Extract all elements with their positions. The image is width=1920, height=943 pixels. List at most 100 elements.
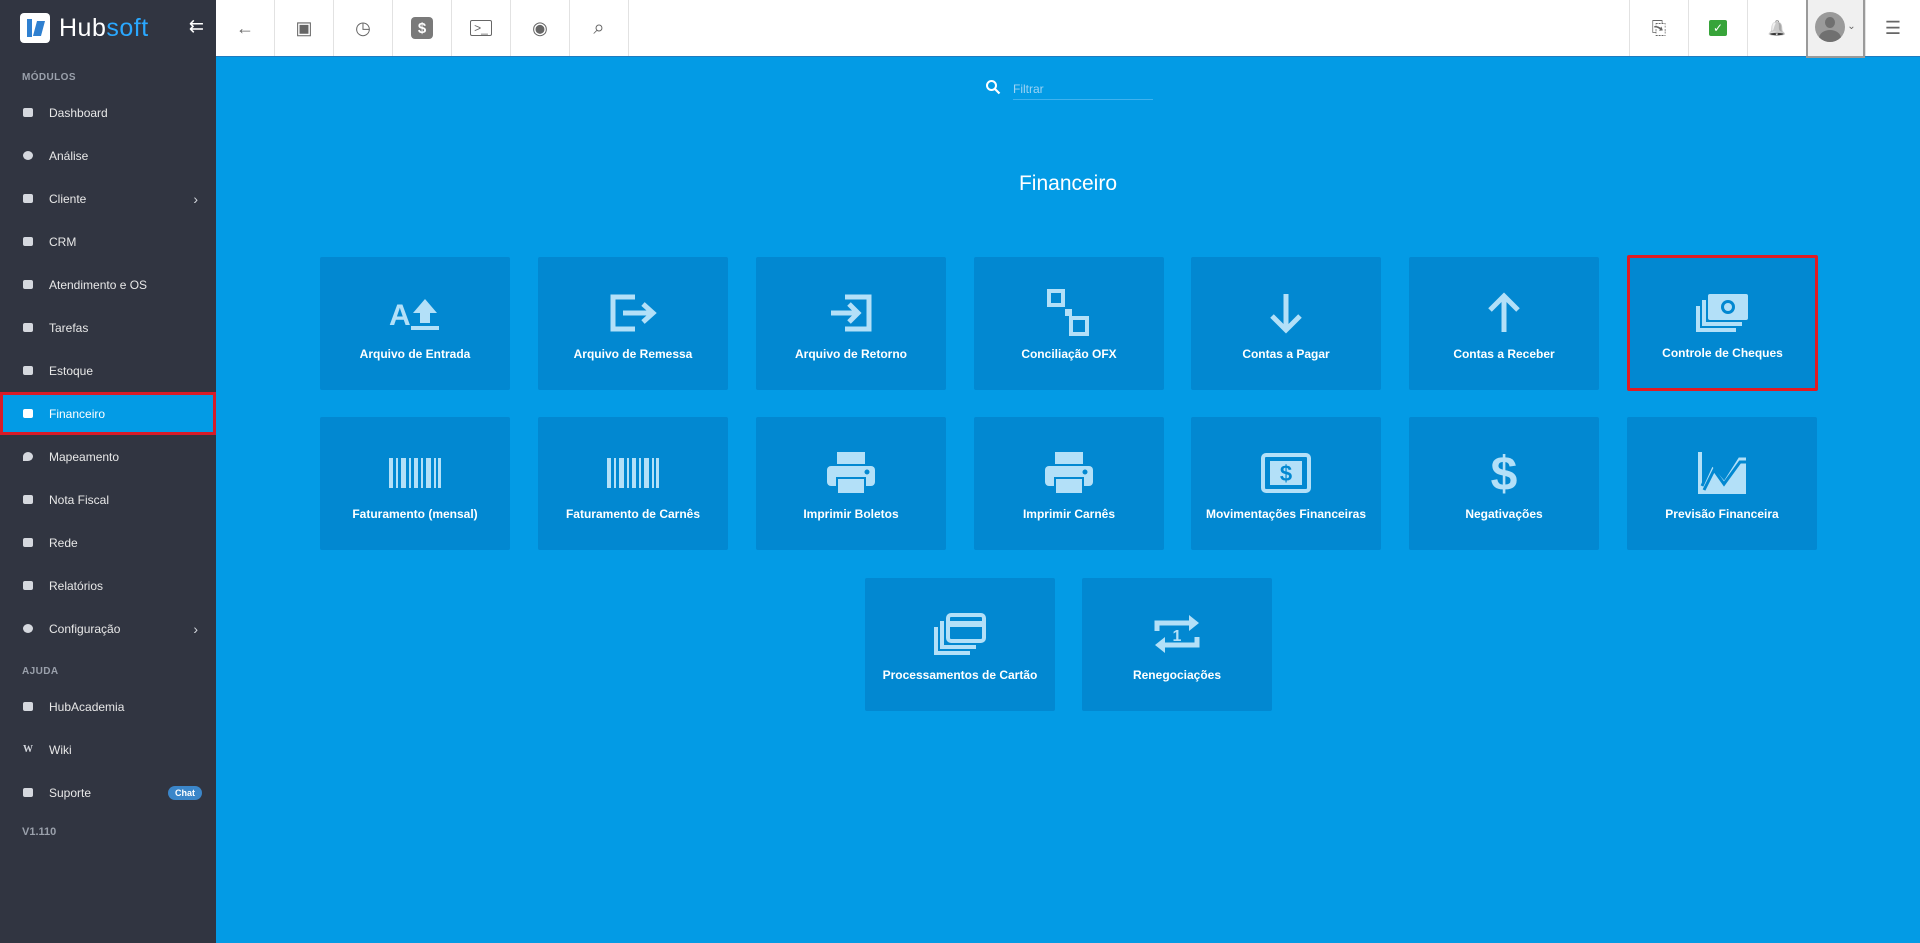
sidebar-item-crm[interactable]: CRM xyxy=(0,220,216,263)
sidebar-item-tarefas[interactable]: Tarefas xyxy=(0,306,216,349)
contacts-button[interactable]: ▣ xyxy=(275,0,334,56)
sidebar-item-hubacademia[interactable]: HubAcademia xyxy=(0,685,216,728)
brand: Hubsoft ⇇ xyxy=(0,0,216,56)
tile-label: Arquivo de Remessa xyxy=(573,347,693,361)
pie-chart-icon xyxy=(22,150,34,162)
sidebar-item-wiki[interactable]: W Wiki xyxy=(0,728,216,771)
tile-label: Conciliação OFX xyxy=(1021,347,1117,361)
svg-text:1: 1 xyxy=(1173,628,1182,645)
sidebar-item-analise[interactable]: Análise xyxy=(0,134,216,177)
arrow-left-icon: ← xyxy=(236,18,254,38)
barcode-icon xyxy=(389,445,441,501)
money-stack-icon xyxy=(1694,284,1752,340)
tile-label: Imprimir Carnês xyxy=(1022,507,1116,521)
list-icon: ☰ xyxy=(1884,18,1902,38)
tile-conciliacao-ofx[interactable]: Conciliação OFX xyxy=(974,257,1164,390)
brand-name-right: soft xyxy=(106,13,149,42)
sidebar-item-label: Atendimento e OS xyxy=(49,277,148,292)
sidebar-item-label: Tarefas xyxy=(49,320,89,335)
sidebar-item-financeiro[interactable]: Financeiro xyxy=(0,392,216,435)
sidebar-item-relatorios[interactable]: Relatórios xyxy=(0,564,216,607)
notifications-button[interactable]: 🔔 xyxy=(1747,0,1806,56)
reconcile-icon xyxy=(1043,285,1095,341)
modules-section-title: MÓDULOS xyxy=(22,72,76,83)
tile-faturamento-carnes[interactable]: Faturamento de Carnês xyxy=(538,417,728,550)
filter-input[interactable] xyxy=(1013,78,1153,100)
map-pin-icon xyxy=(22,451,34,463)
printer-icon xyxy=(1043,445,1095,501)
svg-text:A: A xyxy=(389,299,411,332)
sidebar-item-estoque[interactable]: Estoque xyxy=(0,349,216,392)
sidebar-item-label: Estoque xyxy=(49,363,94,378)
filter-bar xyxy=(985,78,1153,100)
brand-name: Hubsoft xyxy=(59,14,149,43)
tile-arquivo-retorno[interactable]: Arquivo de Retorno xyxy=(756,257,946,390)
tile-label: Movimentações Financeiras xyxy=(1205,507,1367,521)
menu-list-button[interactable]: ☰ xyxy=(1865,0,1920,56)
dollar-box-icon: $ xyxy=(411,17,433,39)
tile-controle-cheques[interactable]: Controle de Cheques xyxy=(1627,255,1818,391)
finance-button[interactable]: $ xyxy=(393,0,452,56)
view-button[interactable]: ◉ xyxy=(511,0,570,56)
sidebar-item-atendimento[interactable]: Atendimento e OS xyxy=(0,263,216,306)
schedule-button[interactable]: ◷ xyxy=(334,0,393,56)
terminal-icon: >_ xyxy=(470,20,492,36)
export-icon xyxy=(605,285,661,341)
terminal-button[interactable]: >_ xyxy=(452,0,511,56)
tile-arquivo-entrada[interactable]: A Arquivo de Entrada xyxy=(320,257,510,390)
sidebar-item-label: HubAcademia xyxy=(49,699,125,714)
sidebar-item-rede[interactable]: Rede xyxy=(0,521,216,564)
tile-contas-receber[interactable]: Contas a Receber xyxy=(1409,257,1599,390)
tile-faturamento-mensal[interactable]: Faturamento (mensal) xyxy=(320,417,510,550)
app-version: V1.110 xyxy=(22,826,57,838)
tile-imprimir-carnes[interactable]: Imprimir Carnês xyxy=(974,417,1164,550)
tile-label: Renegociações xyxy=(1132,668,1222,682)
tile-processamentos-cartao[interactable]: Processamentos de Cartão xyxy=(865,578,1055,711)
tile-contas-pagar[interactable]: Contas a Pagar xyxy=(1191,257,1381,390)
chart-icon xyxy=(1696,445,1748,501)
brand-name-left: Hub xyxy=(59,13,107,42)
box-icon xyxy=(22,365,34,377)
pdf-file-icon: ⎘ xyxy=(1651,18,1667,38)
sidebar-item-suporte[interactable]: Suporte Chat xyxy=(0,771,216,814)
sidebar-item-configuracao[interactable]: Configuração › xyxy=(0,607,216,650)
back-button[interactable]: ← xyxy=(216,0,275,56)
dashboard-icon xyxy=(22,107,34,119)
tile-previsao-financeira[interactable]: Previsão Financeira xyxy=(1627,417,1817,550)
chat-badge[interactable]: Chat xyxy=(168,785,202,800)
sidebar-item-nota-fiscal[interactable]: Nota Fiscal xyxy=(0,478,216,521)
check-chat-icon: ✓ xyxy=(1709,20,1727,36)
search-button[interactable]: ⌕ xyxy=(570,0,629,56)
user-menu-button[interactable]: ⌄ xyxy=(1806,0,1865,58)
repeat-one-icon: 1 xyxy=(1151,606,1203,662)
tile-label: Contas a Receber xyxy=(1453,347,1555,361)
svg-text:$: $ xyxy=(1491,448,1518,498)
sidebar-item-label: Nota Fiscal xyxy=(49,492,110,507)
search-icon: ⌕ xyxy=(593,17,605,39)
tile-label: Arquivo de Retorno xyxy=(794,347,907,361)
sidebar-item-dashboard[interactable]: Dashboard xyxy=(0,91,216,134)
gear-icon xyxy=(22,623,34,635)
sidebar-item-label: Relatórios xyxy=(49,578,104,593)
top-toolbar: ← ▣ ◷ $ >_ ◉ ⌕ ⎘ ✓ 🔔 ⌄ ☰ xyxy=(216,0,1920,58)
tile-label: Imprimir Boletos xyxy=(803,507,899,521)
tile-movimentacoes[interactable]: $ Movimentações Financeiras xyxy=(1191,417,1381,550)
tile-negativacoes[interactable]: $ Negativações xyxy=(1409,417,1599,550)
sidebar-item-label: Rede xyxy=(49,535,78,550)
tile-arquivo-remessa[interactable]: Arquivo de Remessa xyxy=(538,257,728,390)
dollar-icon: $ xyxy=(1486,445,1522,501)
barcode-icon xyxy=(607,445,659,501)
sidebar-item-mapeamento[interactable]: Mapeamento xyxy=(0,435,216,478)
document-icon xyxy=(22,580,34,592)
tile-imprimir-boletos[interactable]: Imprimir Boletos xyxy=(756,417,946,550)
tile-renegociacoes[interactable]: 1 Renegociações xyxy=(1082,578,1272,711)
hubsoft-logo xyxy=(20,13,50,43)
avatar xyxy=(1815,12,1846,42)
collapse-sidebar-icon[interactable]: ⇇ xyxy=(189,16,204,37)
chevron-down-icon: ⌄ xyxy=(1847,21,1856,32)
pdf-button[interactable]: ⎘ xyxy=(1629,0,1688,56)
chat-icon xyxy=(22,787,34,799)
tasks-check-button[interactable]: ✓ xyxy=(1688,0,1747,56)
sidebar-item-label: Configuração xyxy=(49,621,121,636)
wikipedia-icon: W xyxy=(23,744,33,755)
